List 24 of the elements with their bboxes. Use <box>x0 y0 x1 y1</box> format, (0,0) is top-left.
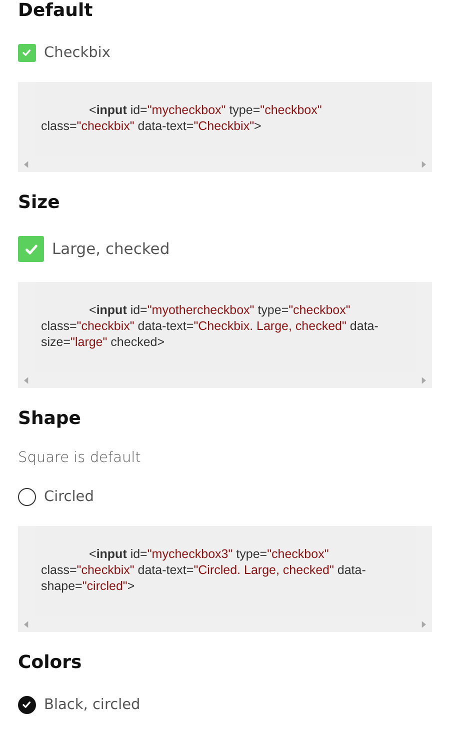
checkbox-label[interactable]: Circled <box>44 489 94 505</box>
checkmark-icon <box>21 47 33 59</box>
code-text: <input id="mycheckbox" type="checkbox" class="checkbix" data-text="Checkbix"> <box>41 102 323 134</box>
checkbox-label[interactable]: Checkbix <box>44 45 110 61</box>
checkbox-label[interactable]: Black, circled <box>44 697 140 713</box>
checkbox[interactable] <box>18 488 36 506</box>
scroll-left-icon[interactable] <box>24 160 29 168</box>
section-heading: Size <box>18 192 61 214</box>
scroll-right-icon[interactable] <box>421 620 426 628</box>
section-heading: Colors <box>18 652 83 674</box>
checkbox[interactable] <box>18 236 44 262</box>
scroll-left-icon[interactable] <box>24 376 29 384</box>
scroll-left-icon[interactable] <box>24 620 29 628</box>
code-text: <input id="mycheckbox3" type="checkbox" class="checkbix" data-text="Circled. Large, checked" data-shape="circled"> <box>41 546 367 594</box>
checkbox-label[interactable]: Large, checked <box>52 240 170 258</box>
section-heading: Shape <box>18 408 82 430</box>
section-heading: Default <box>18 0 94 22</box>
checkbox[interactable] <box>18 44 36 62</box>
code-text: <input id="myothercheckbox" type="checkbox" class="checkbix" data-text="Checkbix. Large, checked" data-size="large" checked> <box>41 302 380 350</box>
checkbox[interactable] <box>18 696 36 714</box>
checkmark-icon <box>21 699 33 711</box>
note-text: Square is default <box>18 450 142 466</box>
scroll-right-icon[interactable] <box>421 160 426 168</box>
scroll-right-icon[interactable] <box>421 376 426 384</box>
